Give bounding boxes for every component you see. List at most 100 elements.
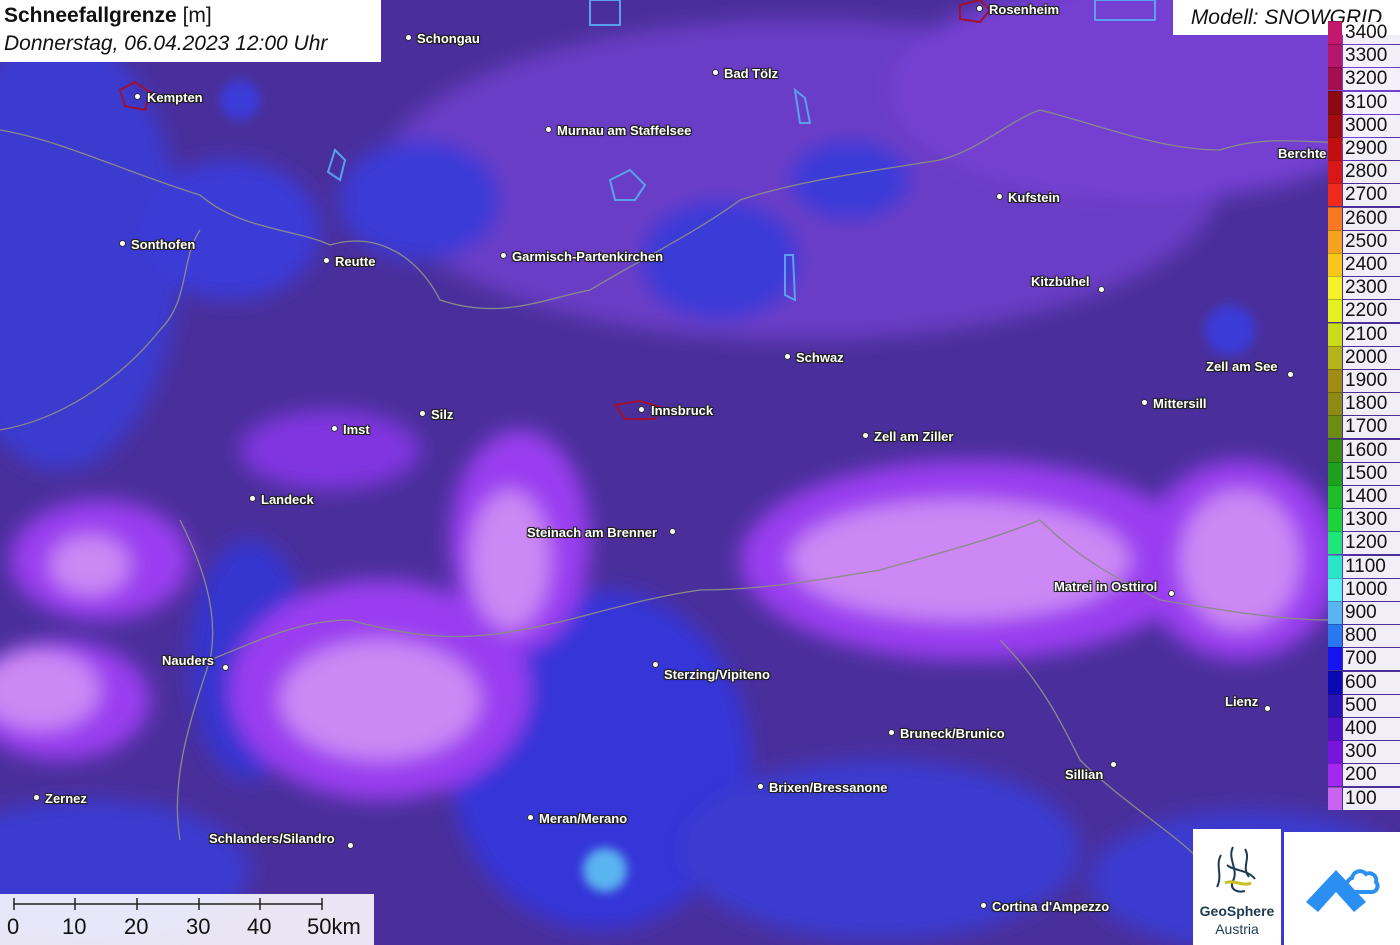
city-label-zell-am-ziller[interactable]: Zell am Ziller bbox=[874, 430, 953, 444]
city-label-schlanders[interactable]: Schlanders/Silandro bbox=[209, 832, 335, 846]
city-marker bbox=[249, 495, 256, 502]
city-label-sterzing[interactable]: Sterzing/Vipiteno bbox=[664, 668, 770, 682]
city-label-kitzbuehel[interactable]: Kitzbühel bbox=[1031, 275, 1090, 289]
legend-value: 2100 bbox=[1343, 323, 1400, 346]
city-marker bbox=[1168, 590, 1175, 597]
legend-value: 300 bbox=[1343, 741, 1400, 764]
color-legend: 3400 3300 3200 3100 3000 2900 2800 2700 2600 2500… bbox=[1328, 21, 1400, 832]
city-label-imst[interactable]: Imst bbox=[343, 423, 370, 437]
legend-swatch bbox=[1328, 90, 1342, 114]
legend-swatch bbox=[1328, 369, 1342, 392]
legend-value: 1700 bbox=[1343, 416, 1400, 439]
title-unit: [m] bbox=[182, 4, 212, 27]
city-label-murnau[interactable]: Murnau am Staffelsee bbox=[557, 124, 691, 138]
scale-label-30: 30 bbox=[186, 914, 211, 939]
city-label-innsbruck[interactable]: Innsbruck bbox=[651, 404, 713, 418]
legend-swatch bbox=[1328, 508, 1342, 532]
legend-value: 2200 bbox=[1343, 300, 1400, 323]
legend-swatch bbox=[1328, 461, 1342, 485]
city-label-garmisch[interactable]: Garmisch-Partenkirchen bbox=[512, 250, 663, 264]
scale-label-40: 40 bbox=[247, 914, 272, 939]
legend-item: 2300 bbox=[1328, 276, 1400, 300]
city-label-brixen[interactable]: Brixen/Bressanone bbox=[769, 781, 888, 795]
city-marker bbox=[996, 193, 1003, 200]
legend-item: 1700 bbox=[1328, 415, 1400, 439]
city-label-zell-am-see[interactable]: Zell am See bbox=[1206, 360, 1278, 374]
city-label-kempten[interactable]: Kempten bbox=[147, 91, 203, 105]
city-label-nauders[interactable]: Nauders bbox=[162, 654, 214, 668]
legend-value: 1500 bbox=[1343, 462, 1400, 485]
scale-bar: 0 10 20 30 40 50km bbox=[0, 894, 374, 945]
city-marker bbox=[712, 69, 719, 76]
legend-swatch bbox=[1328, 113, 1342, 137]
city-label-bruneck[interactable]: Bruneck/Brunico bbox=[900, 727, 1005, 741]
legend-value: 1600 bbox=[1343, 439, 1400, 462]
city-label-rosenheim[interactable]: Rosenheim bbox=[989, 3, 1059, 17]
city-label-schwaz[interactable]: Schwaz bbox=[796, 351, 844, 365]
scale-label-10: 10 bbox=[62, 914, 87, 939]
legend-swatch bbox=[1328, 345, 1342, 369]
legend-item: 1800 bbox=[1328, 392, 1400, 416]
legend-value: 2900 bbox=[1343, 138, 1400, 160]
city-label-kufstein[interactable]: Kufstein bbox=[1008, 191, 1060, 205]
legend-swatch bbox=[1328, 322, 1342, 346]
city-marker bbox=[1110, 761, 1117, 768]
city-marker bbox=[784, 353, 791, 360]
legend-item: 800 bbox=[1328, 624, 1400, 648]
legend-value: 2800 bbox=[1343, 161, 1400, 184]
city-label-silz[interactable]: Silz bbox=[431, 408, 453, 422]
map-title: Schneefallgrenze [m] bbox=[4, 2, 377, 30]
city-marker bbox=[134, 93, 141, 100]
snow-app-logo[interactable] bbox=[1284, 832, 1400, 945]
legend-value: 1200 bbox=[1343, 532, 1400, 555]
mountain-cloud-icon bbox=[1306, 869, 1380, 912]
legend-value: 1100 bbox=[1343, 555, 1400, 578]
legend-value: 3000 bbox=[1343, 114, 1400, 137]
snowfall-map[interactable] bbox=[0, 0, 1400, 945]
city-label-sonthofen[interactable]: Sonthofen bbox=[131, 238, 195, 252]
legend-value: 600 bbox=[1343, 671, 1400, 694]
city-marker bbox=[347, 842, 354, 849]
legend-swatch bbox=[1328, 415, 1342, 439]
legend-swatch bbox=[1328, 438, 1342, 462]
legend-item: 2500 bbox=[1328, 229, 1400, 253]
legend-item: 300 bbox=[1328, 740, 1400, 764]
city-label-bad-toelz[interactable]: Bad Tölz bbox=[724, 67, 778, 81]
city-label-matrei[interactable]: Matrei in Osttirol bbox=[1054, 580, 1157, 594]
legend-value: 1900 bbox=[1343, 370, 1400, 392]
scale-label-20: 20 bbox=[124, 914, 149, 939]
city-label-zernez[interactable]: Zernez bbox=[45, 792, 87, 806]
legend-value: 1000 bbox=[1343, 578, 1400, 601]
city-label-mittersill[interactable]: Mittersill bbox=[1153, 397, 1206, 411]
city-label-lienz[interactable]: Lienz bbox=[1225, 695, 1258, 709]
legend-item: 2000 bbox=[1328, 345, 1400, 369]
legend-value: 3300 bbox=[1343, 45, 1400, 68]
city-label-meran[interactable]: Meran/Merano bbox=[539, 812, 627, 826]
geosphere-logo[interactable]: GeoSphere Austria bbox=[1193, 829, 1281, 945]
city-marker bbox=[419, 410, 426, 417]
legend-item: 600 bbox=[1328, 670, 1400, 694]
legend-swatch bbox=[1328, 786, 1342, 810]
legend-swatch bbox=[1328, 670, 1342, 694]
city-marker bbox=[527, 814, 534, 821]
city-label-cortina[interactable]: Cortina d'Ampezzo bbox=[992, 900, 1109, 914]
legend-swatch bbox=[1328, 763, 1342, 787]
legend-value: 100 bbox=[1343, 787, 1400, 810]
legend-value: 700 bbox=[1343, 648, 1400, 671]
city-marker bbox=[500, 252, 507, 259]
city-label-landeck[interactable]: Landeck bbox=[261, 493, 314, 507]
city-label-sillian[interactable]: Sillian bbox=[1065, 768, 1103, 782]
city-label-steinach[interactable]: Steinach am Brenner bbox=[527, 526, 657, 540]
legend-item: 2400 bbox=[1328, 253, 1400, 276]
city-marker bbox=[638, 406, 645, 413]
legend-item: 2800 bbox=[1328, 160, 1400, 184]
city-label-schongau[interactable]: Schongau bbox=[417, 32, 480, 46]
legend-swatch bbox=[1328, 647, 1342, 671]
legend-swatch bbox=[1328, 693, 1342, 717]
legend-value: 2500 bbox=[1343, 230, 1400, 253]
city-marker bbox=[1098, 286, 1105, 293]
legend-item: 2200 bbox=[1328, 299, 1400, 323]
city-label-reutte[interactable]: Reutte bbox=[335, 255, 375, 269]
scale-label-50km: 50km bbox=[307, 914, 361, 939]
city-label-berchtesgaden[interactable]: Berchte bbox=[1278, 147, 1326, 161]
